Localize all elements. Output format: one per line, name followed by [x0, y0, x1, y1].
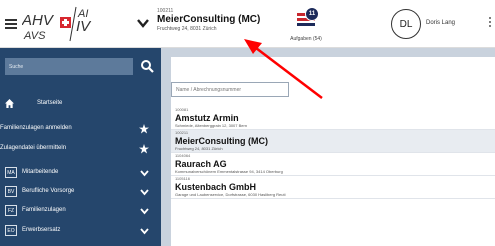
top-header: AHV AVS AI IV 100211 MeierConsulting (MC…: [0, 0, 495, 48]
sidebar-item-berufliche-vorsorge[interactable]: BV Berufliche Vorsorge: [0, 185, 161, 200]
client-name: Raurach AG: [175, 159, 227, 169]
client-address: Schmiede, Altenberggrain 12, 3007 Bern: [175, 123, 248, 128]
chevron-down-icon: [140, 228, 149, 235]
sidebar-tag: MA: [5, 167, 17, 178]
hamburger-menu-icon[interactable]: [5, 19, 17, 29]
client-list-item[interactable]: 1105116 Kustenbach GmbH Garage und Laube…: [171, 176, 495, 198]
chevron-down-icon: [140, 170, 149, 177]
chevron-down-icon: [140, 208, 149, 215]
sidebar-item-familienzulagen[interactable]: FZ Familienzulagen: [0, 204, 161, 219]
client-name: Kustenbach GmbH: [175, 182, 257, 192]
svg-text:IV: IV: [76, 18, 92, 35]
svg-text:AHV: AHV: [22, 12, 55, 29]
client-address: Fruchtweg 24, 8031 Zürich: [175, 146, 223, 151]
star-icon[interactable]: [139, 144, 149, 154]
sidebar-item-startseite[interactable]: Startseite: [0, 97, 161, 112]
client-name: MeierConsulting (MC): [175, 136, 268, 146]
current-client[interactable]: 100211 MeierConsulting (MC) Fruchtweg 24…: [157, 8, 267, 40]
tasks-count-badge: 11: [305, 7, 319, 21]
svg-text:AVS: AVS: [23, 30, 46, 42]
client-list-item[interactable]: 100081 Amstutz Armin Schmiede, Altenberg…: [171, 107, 495, 129]
sidebar-item-familienzulagen-anmelden[interactable]: Familienzulagen anmelden: [0, 122, 161, 137]
client-address: Kommunalverschönern Emmentalstrasse 94, …: [175, 169, 283, 174]
client-switch-chevron-icon[interactable]: [137, 18, 149, 28]
sidebar-tag: BV: [5, 186, 17, 197]
sidebar-item-label: Startseite: [37, 100, 63, 106]
chevron-down-icon: [140, 189, 149, 196]
current-client-address: Fruchtweg 24, 8031 Zürich: [157, 26, 217, 32]
sidebar-item-label: Familienzulagen: [22, 207, 66, 213]
sidebar-item-label: Zulagendatei übermitteln: [0, 145, 67, 151]
tasks-button[interactable]: 11 Aufgaben (54): [284, 4, 328, 44]
home-icon: [5, 99, 14, 108]
ahv-iv-logo[interactable]: AHV AVS AI IV: [22, 5, 110, 43]
search-icon[interactable]: [140, 58, 154, 75]
client-list-item-partial[interactable]: [171, 199, 495, 209]
star-icon[interactable]: [139, 124, 149, 134]
sidebar-item-zulagendatei-uebermitteln[interactable]: Zulagendatei übermitteln: [0, 142, 161, 157]
client-list-item[interactable]: 1104064 Raurach AG Kommunalverschönern E…: [171, 153, 495, 175]
user-more-menu-icon[interactable]: [489, 17, 492, 29]
sidebar-item-erwerbsersatz[interactable]: EO Erwerbsersatz: [0, 224, 161, 239]
sidebar-tag: FZ: [5, 205, 17, 216]
sidebar-search-input[interactable]: [5, 58, 133, 75]
sidebar-item-label: Mitarbeitende: [22, 169, 59, 175]
sidebar-item-label: Familienzulagen anmelden: [0, 125, 72, 131]
sidebar-tag: EO: [5, 225, 17, 236]
client-filter-input[interactable]: [171, 82, 289, 97]
main-area: 100081 Amstutz Armin Schmiede, Altenberg…: [161, 48, 495, 246]
client-list-item-selected[interactable]: 100211 MeierConsulting (MC) Fruchtweg 24…: [171, 130, 495, 152]
sidebar: Startseite Familienzulagen anmelden Zula…: [0, 48, 161, 246]
sidebar-item-label: Berufliche Vorsorge: [22, 188, 75, 194]
user-name: Doris Lang: [426, 20, 456, 26]
sidebar-item-label: Erwerbsersatz: [22, 227, 61, 233]
client-name: Amstutz Armin: [175, 113, 239, 123]
client-address: Garage und Laubenservice, Dorfstrasse, 6…: [175, 192, 286, 197]
user-avatar[interactable]: DL: [391, 9, 421, 39]
current-client-name: MeierConsulting (MC): [157, 14, 261, 25]
tasks-label: Aufgaben (54): [290, 36, 322, 42]
sidebar-item-mitarbeitende[interactable]: MA Mitarbeitende: [0, 166, 161, 181]
